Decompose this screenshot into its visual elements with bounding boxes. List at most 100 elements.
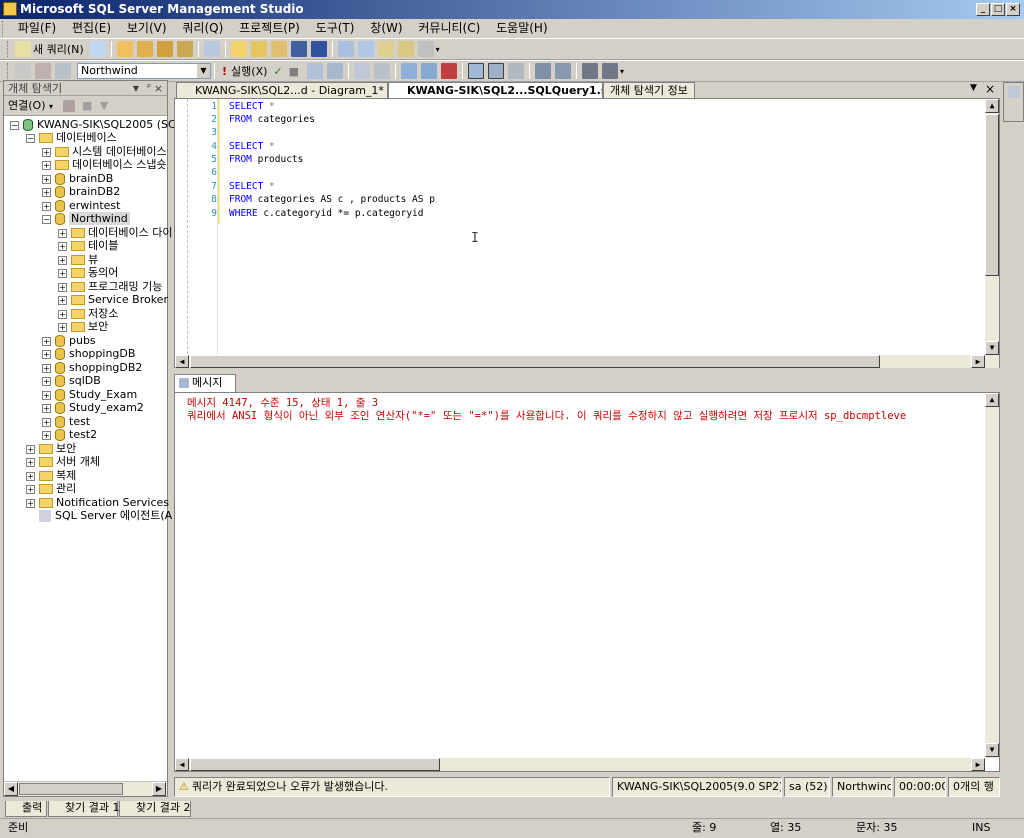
tree-folder[interactable]: + 데이터베이스 다이 bbox=[58, 226, 172, 239]
tree-folder[interactable]: + 저장소 bbox=[58, 307, 118, 320]
open-file-icon[interactable] bbox=[250, 41, 267, 57]
scroll-down-icon[interactable]: ▼ bbox=[985, 341, 999, 355]
tree-folder[interactable]: + 프로그래밍 기능 bbox=[58, 280, 162, 293]
menu-community[interactable]: 커뮤니티(C) bbox=[412, 19, 486, 38]
tree-db-northwind[interactable]: − Northwind bbox=[42, 212, 130, 225]
connect-icon[interactable] bbox=[15, 63, 31, 79]
tab-sqlquery[interactable]: KWANG-SIK\SQL2...SQLQuery1.sql* bbox=[388, 82, 603, 99]
object-explorer-hscroll[interactable]: ◀ ▶ bbox=[4, 781, 167, 796]
tree-db-item[interactable]: + erwintest bbox=[42, 199, 120, 212]
tree-folder[interactable]: + 서버 개체 bbox=[26, 455, 100, 468]
mdx-query-icon[interactable] bbox=[156, 41, 173, 57]
chevron-down-icon[interactable]: ▾ bbox=[49, 102, 53, 111]
change-connection-icon[interactable] bbox=[35, 63, 51, 79]
tree-folder[interactable]: + 복제 bbox=[26, 469, 76, 482]
tab-messages[interactable]: 메시지 bbox=[174, 374, 236, 392]
save-icon[interactable] bbox=[290, 41, 307, 57]
tree-folder[interactable]: + 관리 bbox=[26, 482, 76, 495]
execute-button[interactable]: 실행(X) bbox=[231, 63, 267, 79]
results-to-text-icon[interactable] bbox=[441, 63, 458, 79]
toolbar-overflow-icon[interactable]: ▾ bbox=[436, 45, 440, 54]
show-results-icon[interactable] bbox=[508, 63, 525, 79]
tab-find-results-1[interactable]: 찾기 결과 1 bbox=[48, 801, 119, 817]
tree-snapshots[interactable]: + 데이터베이스 스냅숏 bbox=[42, 158, 167, 171]
tree-db-item[interactable]: + brainDB bbox=[42, 172, 113, 185]
menu-project[interactable]: 프로젝트(P) bbox=[233, 19, 306, 38]
scroll-left-icon[interactable]: ◀ bbox=[4, 782, 18, 796]
tree-folder[interactable]: + 테이블 bbox=[58, 239, 118, 252]
scroll-thumb[interactable] bbox=[985, 114, 999, 276]
tree-folder[interactable]: + 보안 bbox=[26, 442, 76, 455]
client-stats-icon[interactable] bbox=[421, 63, 438, 79]
tree-db-item[interactable]: + shoppingDB bbox=[42, 347, 135, 360]
tree-folder[interactable]: + 보안 bbox=[58, 320, 108, 333]
scroll-right-icon[interactable]: ▶ bbox=[152, 782, 166, 796]
open-folder-icon[interactable] bbox=[230, 41, 247, 57]
editor-vscroll[interactable]: ▲ ▼ bbox=[985, 99, 999, 355]
registered-servers-icon[interactable] bbox=[337, 41, 354, 57]
tree-db-item[interactable]: + test2 bbox=[42, 428, 97, 441]
open-project-icon[interactable] bbox=[270, 41, 287, 57]
menu-help[interactable]: 도움말(H) bbox=[490, 19, 554, 38]
scroll-up-icon[interactable]: ▲ bbox=[985, 393, 999, 407]
tree-db-item[interactable]: + shoppingDB2 bbox=[42, 361, 142, 374]
scroll-thumb[interactable] bbox=[19, 783, 123, 795]
object-explorer-icon[interactable] bbox=[357, 41, 374, 57]
new-query-button[interactable]: 새 쿼리(N) bbox=[33, 41, 84, 57]
comment-icon[interactable] bbox=[535, 63, 552, 79]
tab-list-dropdown-icon[interactable]: ▼ bbox=[970, 83, 977, 93]
scroll-up-icon[interactable]: ▲ bbox=[985, 99, 999, 113]
toolbar-overflow-icon[interactable]: ▾ bbox=[620, 67, 624, 76]
query-designer-icon[interactable] bbox=[327, 63, 344, 79]
menu-view[interactable]: 보기(V) bbox=[121, 19, 173, 38]
new-file-icon[interactable] bbox=[89, 41, 106, 57]
query-options-icon[interactable] bbox=[354, 63, 371, 79]
tree-db-item[interactable]: + brainDB2 bbox=[42, 185, 120, 198]
close-button[interactable]: × bbox=[1006, 3, 1020, 16]
scroll-thumb[interactable] bbox=[190, 355, 880, 368]
tab-output[interactable]: 출력 bbox=[5, 801, 47, 817]
tree-db-item[interactable]: + pubs bbox=[42, 334, 96, 347]
panel-close-icon[interactable]: × bbox=[154, 81, 163, 96]
pin-icon[interactable]: ᵖ bbox=[147, 81, 151, 96]
tree-folder[interactable]: + Notification Services bbox=[26, 496, 169, 509]
tree-agent[interactable]: SQL Server 에이전트(A bbox=[39, 509, 172, 522]
tab-diagram[interactable]: KWANG-SIK\SQL2...d - Diagram_1* bbox=[176, 82, 388, 98]
stop-icon[interactable]: ■ bbox=[82, 99, 92, 112]
scroll-right-icon[interactable]: ▶ bbox=[971, 355, 985, 368]
connect-dropdown[interactable]: 연결(O) bbox=[8, 99, 45, 112]
disconnect-icon[interactable] bbox=[62, 100, 75, 112]
db-engine-query-icon[interactable] bbox=[116, 41, 133, 57]
new-item-icon[interactable] bbox=[203, 41, 220, 57]
results-to-file-icon[interactable] bbox=[488, 63, 505, 79]
editor-hscroll[interactable]: ◀ ▶ bbox=[175, 355, 999, 368]
menu-query[interactable]: 쿼리(Q) bbox=[176, 19, 229, 38]
solution-explorer-icon[interactable] bbox=[397, 41, 414, 57]
cancel-query-icon[interactable]: ■ bbox=[289, 65, 299, 78]
include-plan-icon[interactable] bbox=[401, 63, 418, 79]
intellisense-icon[interactable] bbox=[374, 63, 391, 79]
decrease-indent-icon[interactable] bbox=[582, 63, 599, 79]
template-explorer-icon[interactable] bbox=[377, 41, 394, 57]
panel-dropdown-icon[interactable]: ▼ bbox=[133, 81, 139, 96]
maximize-button[interactable]: □ bbox=[991, 3, 1005, 16]
increase-indent-icon[interactable] bbox=[602, 63, 619, 79]
properties-icon[interactable] bbox=[1007, 86, 1020, 98]
scroll-down-icon[interactable]: ▼ bbox=[985, 743, 999, 757]
scroll-thumb[interactable] bbox=[190, 758, 440, 771]
xmla-query-icon[interactable] bbox=[176, 41, 193, 57]
tab-object-explorer-details[interactable]: 개체 탐색기 정보 bbox=[603, 82, 695, 98]
tree-server[interactable]: − KWANG-SIK\SQL2005 (SC bbox=[10, 118, 176, 131]
minimize-button[interactable]: _ bbox=[976, 3, 990, 16]
menu-file[interactable]: 파일(F) bbox=[12, 19, 62, 38]
results-vscroll[interactable]: ▲ ▼ bbox=[985, 393, 999, 758]
tree-folder[interactable]: + 동의어 bbox=[58, 266, 118, 279]
tree-db-item[interactable]: + Study_Exam bbox=[42, 388, 137, 401]
uncomment-icon[interactable] bbox=[555, 63, 572, 79]
tree-databases[interactable]: − 데이터베이스 bbox=[26, 131, 117, 144]
analysis-query-icon[interactable] bbox=[136, 41, 153, 57]
properties-side-strip[interactable] bbox=[1003, 82, 1024, 122]
save-all-icon[interactable] bbox=[310, 41, 327, 57]
tree-db-item[interactable]: + Study_exam2 bbox=[42, 401, 144, 414]
tree-folder[interactable]: + 뷰 bbox=[58, 253, 98, 266]
